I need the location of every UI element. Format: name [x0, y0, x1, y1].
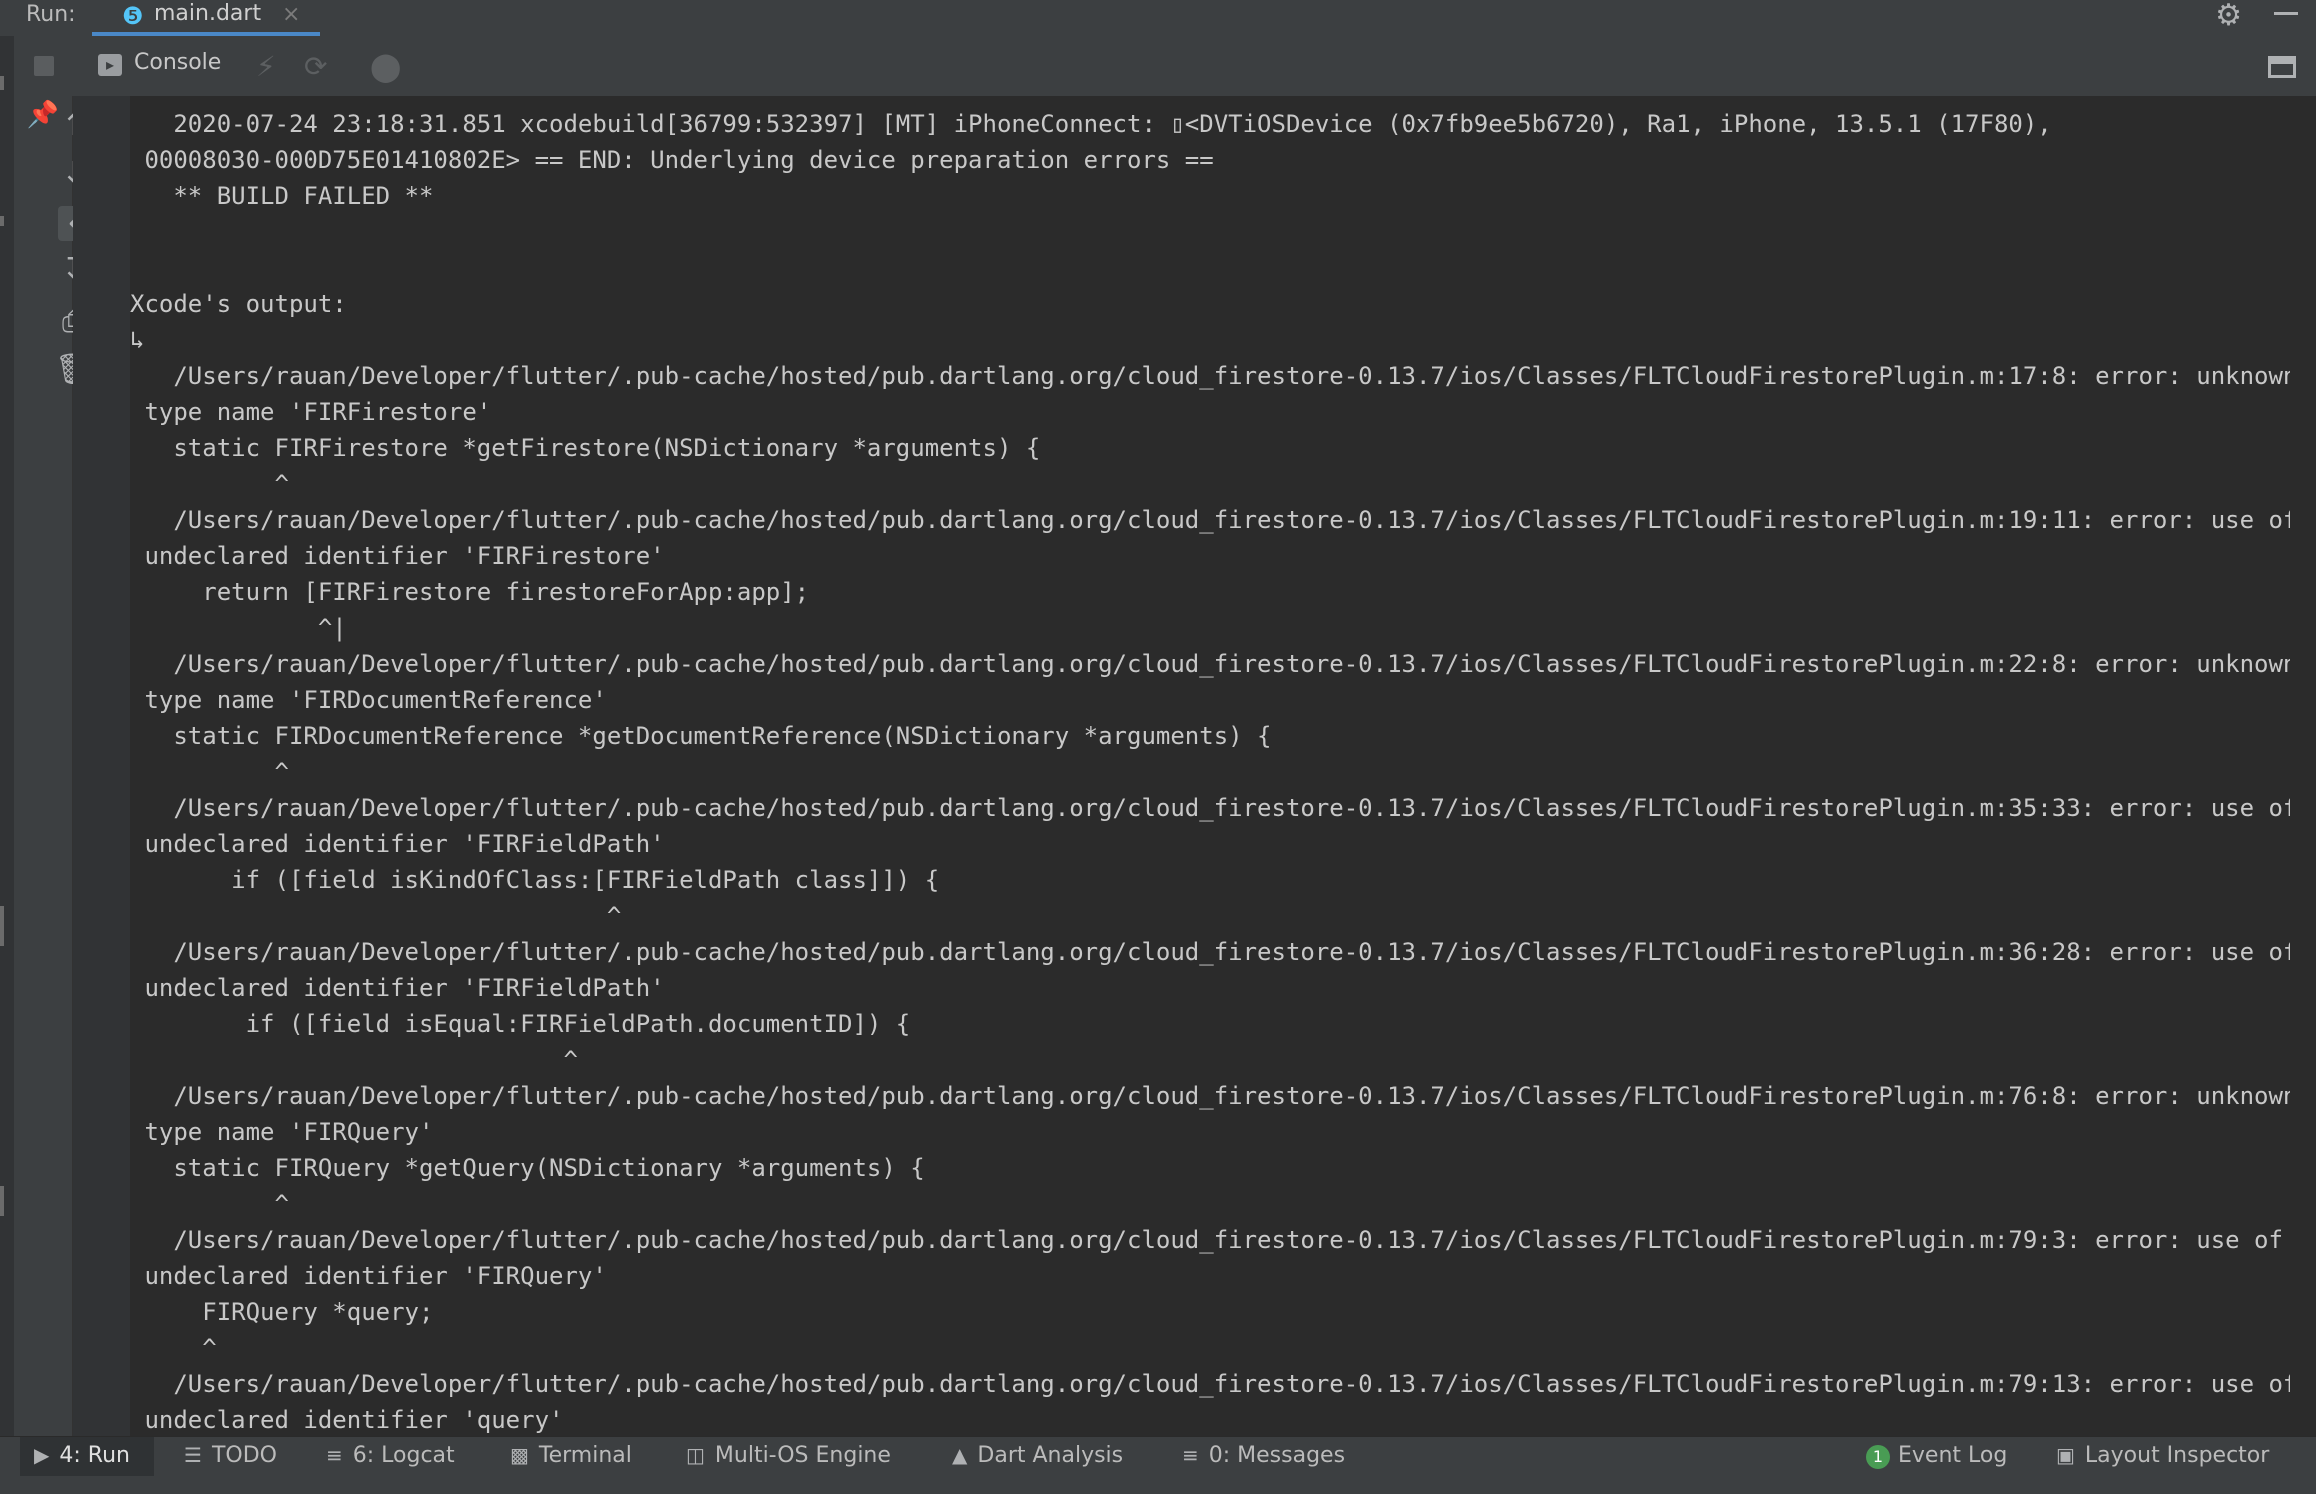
console-scrollbar[interactable] [2290, 96, 2316, 1436]
console-line: type name 'FIRDocumentReference' [130, 686, 607, 714]
console-line: ^| [130, 614, 347, 642]
tab-title: main.dart [154, 1, 262, 26]
console-line: undeclared identifier 'FIRQuery' [130, 1262, 607, 1290]
console-line: ^ [130, 1190, 289, 1218]
console-line: static FIRFirestore *getFirestore(NSDict… [130, 434, 1041, 462]
status-bar [0, 1476, 2316, 1494]
list-icon: ☰ [184, 1443, 202, 1467]
hot-restart-icon[interactable]: ⟳ [304, 50, 327, 83]
tab-messages[interactable]: ≡ 0: Messages [1182, 1443, 1345, 1468]
hot-reload-icon[interactable]: ⚡ [256, 50, 276, 83]
console-line: return [FIRFirestore firestoreForApp:app… [130, 578, 810, 606]
console-line: static FIRQuery *getQuery(NSDictionary *… [130, 1154, 925, 1182]
tool-window-bar: ▶ 4: Run ☰ TODO ≡ 6: Logcat ▩ Terminal ◫ Mult… [0, 1436, 2316, 1477]
run-label: Run: [26, 2, 76, 27]
dart-icon: ❺ [122, 2, 144, 30]
stop-icon[interactable] [34, 56, 54, 76]
console-line: ↳ [130, 326, 145, 354]
console-line: Xcode's output: [130, 290, 347, 318]
console-line: if ([field isEqual:FIRFieldPath.document… [130, 1010, 911, 1038]
gear-icon[interactable]: ⚙ [2215, 0, 2242, 33]
console-line: ^ [130, 470, 289, 498]
console-line: 2020-07-24 23:18:31.851 xcodebuild[36799… [130, 110, 2052, 138]
tab-dart-analysis[interactable]: ▲ Dart Analysis [952, 1443, 1123, 1468]
console-line: /Users/rauan/Developer/flutter/.pub-cach… [130, 938, 2290, 966]
stop-app-icon[interactable]: ⬤ [370, 50, 401, 83]
messages-icon: ≡ [1182, 1443, 1199, 1467]
console-line: /Users/rauan/Developer/flutter/.pub-cach… [130, 1226, 2283, 1254]
console-line: undeclared identifier 'query' [130, 1406, 564, 1434]
console-line: ^ [130, 902, 622, 930]
console-line: /Users/rauan/Developer/flutter/.pub-cach… [130, 362, 2290, 390]
left-edge-strip [0, 36, 14, 1436]
console-line: /Users/rauan/Developer/flutter/.pub-cach… [130, 1082, 2290, 1110]
play-icon: ▶ [34, 1443, 50, 1467]
console-line: type name 'FIRFirestore' [130, 398, 492, 426]
console-line: FIRQuery *query; [130, 1298, 434, 1326]
console-line: static FIRDocumentReference *getDocument… [130, 722, 1272, 750]
console-line: /Users/rauan/Developer/flutter/.pub-cach… [130, 794, 2290, 822]
tab-run-label: 4: Run [59, 1443, 130, 1468]
tab-terminal[interactable]: ▩ Terminal [510, 1443, 632, 1468]
console-line: if ([field isKindOfClass:[FIRFieldPath c… [130, 866, 940, 894]
minimize-icon[interactable] [2274, 12, 2298, 15]
tab-multi-os-label: Multi-OS Engine [714, 1443, 891, 1468]
console-gutter [73, 96, 130, 1436]
close-icon[interactable]: × [282, 2, 300, 27]
tab-main-dart[interactable]: ❺ main.dart × [92, 0, 320, 36]
tab-todo[interactable]: ☰ TODO [184, 1443, 277, 1468]
console-line: type name 'FIRQuery' [130, 1118, 434, 1146]
console-line: undeclared identifier 'FIRFirestore' [130, 542, 665, 570]
console-tab-label: Console [134, 50, 222, 75]
tab-layout-inspector-label: Layout Inspector [2084, 1443, 2270, 1468]
tab-terminal-label: Terminal [538, 1443, 632, 1468]
console-output[interactable]: 2020-07-24 23:18:31.851 xcodebuild[36799… [130, 96, 2290, 1436]
console-line: 00008030-000D75E01410802E> == END: Under… [130, 146, 1214, 174]
console-line: /Users/rauan/Developer/flutter/.pub-cach… [130, 1370, 2290, 1398]
dart-analysis-icon: ▲ [952, 1443, 968, 1467]
tab-multi-os-engine[interactable]: ◫ Multi-OS Engine [686, 1443, 891, 1468]
tab-layout-inspector[interactable]: ▣ Layout Inspector [2056, 1443, 2269, 1468]
console-toolbar: ▸ Console ⚡ ⟳ ⬤ [14, 36, 2316, 97]
console-line: ^ [130, 1334, 217, 1362]
tab-run[interactable]: ▶ 4: Run [34, 1443, 130, 1468]
edge-marker [0, 906, 4, 946]
tab-todo-label: TODO [211, 1443, 277, 1468]
layout-icon[interactable] [2268, 56, 2296, 78]
edge-marker [0, 76, 4, 90]
multi-os-icon: ◫ [686, 1443, 705, 1467]
tab-dart-analysis-label: Dart Analysis [977, 1443, 1124, 1468]
run-tool-window-header: Run: ❺ main.dart × ⚙ [0, 0, 2316, 37]
console-line: /Users/rauan/Developer/flutter/.pub-cach… [130, 650, 2290, 678]
layout-inspector-icon: ▣ [2056, 1443, 2075, 1467]
tab-event-log[interactable]: 1 Event Log [1866, 1443, 2007, 1469]
console-line: undeclared identifier 'FIRFieldPath' [130, 974, 665, 1002]
console-line: undeclared identifier 'FIRFieldPath' [130, 830, 665, 858]
terminal-icon: ▩ [510, 1443, 529, 1467]
console-line: ^ [130, 758, 289, 786]
edge-marker [0, 216, 4, 226]
tab-logcat[interactable]: ≡ 6: Logcat [326, 1443, 455, 1468]
logcat-icon: ≡ [326, 1443, 343, 1467]
event-log-badge: 1 [1866, 1445, 1890, 1469]
console-line: /Users/rauan/Developer/flutter/.pub-cach… [130, 506, 2290, 534]
tab-logcat-label: 6: Logcat [352, 1443, 455, 1468]
console-line: ** BUILD FAILED ** [130, 182, 434, 210]
tab-messages-label: 0: Messages [1208, 1443, 1346, 1468]
edge-marker [0, 1186, 4, 1216]
console-icon: ▸ [98, 54, 122, 76]
tab-event-log-label: Event Log [1898, 1443, 2008, 1468]
console-line: ^ [130, 1046, 578, 1074]
console-side-toolbar: 📌 ↑ ↓ ↵ ↧ ⎙ 🗑 [14, 96, 104, 1436]
